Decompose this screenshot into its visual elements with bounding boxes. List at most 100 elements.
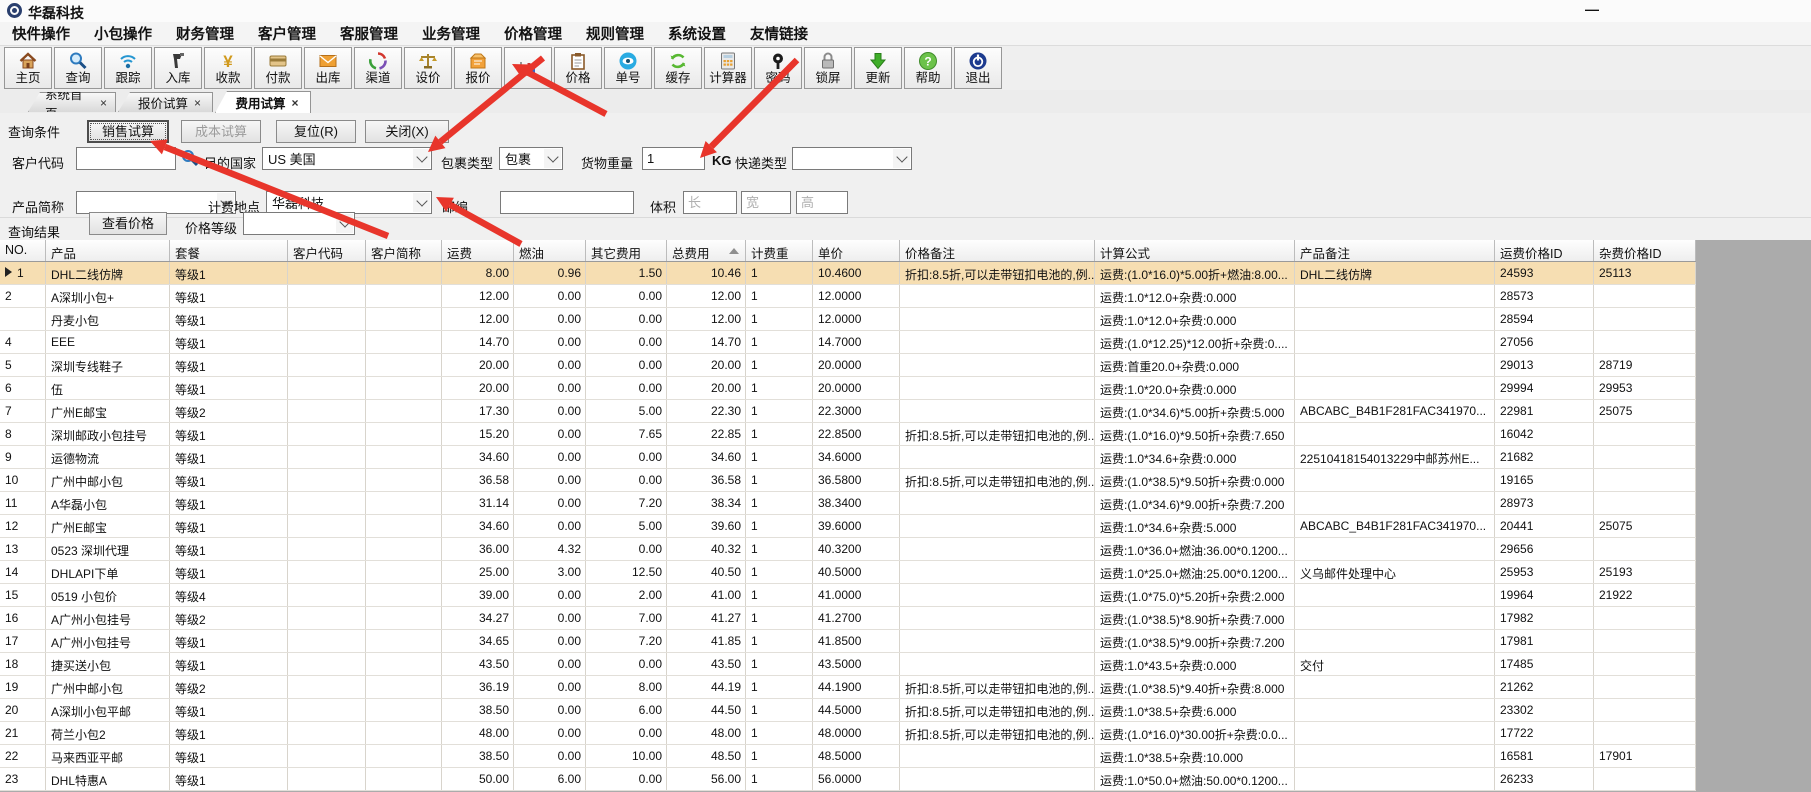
menu-item-10[interactable]: 友情链接 [738,23,820,44]
column-header-客户简称[interactable]: 客户简称 [366,240,442,261]
table-row-13[interactable]: 130523 深圳代理等级136.004.320.0040.32140.3200… [0,538,1696,561]
table-row-2[interactable]: 2A深圳小包+等级112.000.000.0012.00112.0000运费:1… [0,285,1696,308]
toolbar-button-入库[interactable]: 入库 [154,47,202,89]
toolbar-button-跟踪[interactable]: 跟踪 [104,47,152,89]
column-header-计算公式[interactable]: 计算公式 [1095,240,1295,261]
price-level-combo[interactable] [243,212,355,235]
tab-费用试算[interactable]: 费用试算× [215,91,311,113]
table-row-9[interactable]: 9运德物流等级134.600.000.0034.60134.6000运费:1.0… [0,446,1696,469]
column-header-燃油[interactable]: 燃油 [514,240,586,261]
menu-item-1[interactable]: 快件操作 [0,23,82,44]
chevron-down-icon[interactable] [336,214,353,233]
column-header-价格备注[interactable]: 价格备注 [900,240,1095,261]
column-header-总费用[interactable]: 总费用 [667,240,746,261]
volume-width-input[interactable] [741,191,791,214]
column-header-客户代码[interactable]: 客户代码 [288,240,366,261]
chevron-down-icon[interactable] [413,193,430,212]
menu-item-7[interactable]: 价格管理 [492,23,574,44]
volume-length-input[interactable] [683,191,737,214]
cell: 28719 [1594,354,1696,376]
toolbar-button-价格[interactable]: 价格 [554,47,602,89]
query-button-关闭(X)[interactable]: 关闭(X) [365,120,449,143]
chevron-down-icon[interactable] [893,149,910,168]
table-row-8[interactable]: 8深圳邮政小包挂号等级115.200.007.6522.85122.8500折扣… [0,423,1696,446]
toolbar-button-covered[interactable] [504,47,552,89]
toolbar-button-计算器[interactable]: 计算器 [704,47,752,89]
minimize-button[interactable]: — [1580,2,1604,18]
column-header-计费重[interactable]: 计费重 [746,240,813,261]
toolbar-button-渠道[interactable]: 渠道 [354,47,402,89]
toolbar-button-主页[interactable]: 主页 [4,47,52,89]
table-row-23[interactable]: 23DHL特惠A等级150.006.000.0056.00156.0000运费:… [0,768,1696,791]
menu-item-3[interactable]: 财务管理 [164,23,246,44]
toolbar-button-缓存[interactable]: 缓存 [654,47,702,89]
table-row-7[interactable]: 7广州E邮宝等级217.300.005.0022.30122.3000运费:(1… [0,400,1696,423]
table-row-21[interactable]: 21荷兰小包2等级148.000.000.0048.00148.0000折扣:8… [0,722,1696,745]
tab-系统首页[interactable]: 系统首页× [28,92,116,112]
table-row-5[interactable]: 5深圳专线鞋子等级120.000.000.0020.00120.0000运费:首… [0,354,1696,377]
menu-item-8[interactable]: 规则管理 [574,23,656,44]
postcode-input[interactable] [500,191,634,214]
toolbar-button-密码[interactable]: 密码 [754,47,802,89]
query-button-复位(R)[interactable]: 复位(R) [276,120,356,143]
parcel-type-combo[interactable]: 包裹 [499,147,563,170]
table-row-3[interactable]: 丹麦小包等级112.000.000.0012.00112.0000运费:1.0*… [0,308,1696,331]
tab-close-icon[interactable]: × [100,96,107,110]
column-header-套餐[interactable]: 套餐 [170,240,288,261]
table-row-6[interactable]: 6伍等级120.000.000.0020.00120.0000运费:1.0*20… [0,377,1696,400]
chevron-down-icon[interactable] [413,149,430,168]
menu-item-9[interactable]: 系统设置 [656,23,738,44]
column-header-NO.[interactable]: NO. [0,240,46,261]
table-row-19[interactable]: 19广州中邮小包等级236.190.008.0044.19144.1900折扣:… [0,676,1696,699]
table-row-4[interactable]: 4EEE等级114.700.000.0014.70114.7000运费:(1.0… [0,331,1696,354]
column-header-杂费价格ID[interactable]: 杂费价格ID [1594,240,1696,261]
column-header-产品[interactable]: 产品 [46,240,170,261]
column-header-单价[interactable]: 单价 [813,240,900,261]
column-header-其它费用[interactable]: 其它费用 [586,240,667,261]
toolbar-button-帮助[interactable]: ?帮助 [904,47,952,89]
column-header-运费价格ID[interactable]: 运费价格ID [1495,240,1594,261]
query-button-成本试算[interactable]: 成本试算 [181,120,261,143]
cell: 折扣:8.5折,可以走带钮扣电池的,例... [900,722,1095,744]
table-row-18[interactable]: 18捷买送小包等级143.500.000.0043.50143.5000运费:1… [0,653,1696,676]
chevron-down-icon[interactable] [544,149,561,168]
table-row-15[interactable]: 150519 小包价等级439.000.002.0041.00141.0000运… [0,584,1696,607]
toolbar-button-退出[interactable]: 退出 [954,47,1002,89]
customer-code-input[interactable] [76,147,176,170]
table-row-10[interactable]: 10广州中邮小包等级136.580.000.0036.58136.5800折扣:… [0,469,1696,492]
table-row-11[interactable]: 11A华磊小包等级131.140.007.2038.34138.3400运费:(… [0,492,1696,515]
menu-item-2[interactable]: 小包操作 [82,23,164,44]
toolbar-button-报价[interactable]: 报价 [454,47,502,89]
volume-height-input[interactable] [796,191,848,214]
toolbar-button-收款[interactable]: ¥收款 [204,47,252,89]
toolbar-button-设价[interactable]: 设价 [404,47,452,89]
dest-country-combo[interactable]: US 美国 [262,147,432,170]
column-header-运费[interactable]: 运费 [442,240,514,261]
toolbar-button-更新[interactable]: 更新 [854,47,902,89]
toolbar-button-单号[interactable]: 单号 [604,47,652,89]
menu-item-4[interactable]: 客户管理 [246,23,328,44]
tab-报价试算[interactable]: 报价试算× [118,92,213,112]
billing-place-combo[interactable]: 华磊科技 [266,191,432,214]
weight-input[interactable] [642,147,705,170]
query-button-销售试算[interactable]: 销售试算 [87,120,169,143]
table-row-16[interactable]: 16A广州小包挂号等级234.270.007.0041.27141.2700运费… [0,607,1696,630]
table-row-14[interactable]: 14DHLAPI下单等级125.003.0012.5040.50140.5000… [0,561,1696,584]
tab-close-icon[interactable]: × [194,96,201,110]
table-row-17[interactable]: 17A广州小包挂号等级134.650.007.2041.85141.8500运费… [0,630,1696,653]
table-row-20[interactable]: 20A深圳小包平邮等级138.500.006.0044.50144.5000折扣… [0,699,1696,722]
toolbar-button-出库[interactable]: 出库 [304,47,352,89]
toolbar-button-查询[interactable]: 查询 [54,47,102,89]
menu-item-6[interactable]: 业务管理 [410,23,492,44]
express-type-combo[interactable] [792,147,912,170]
table-row-1[interactable]: 1DHL二线仿牌等级18.000.961.5010.46110.4600折扣:8… [0,262,1696,285]
column-header-产品备注[interactable]: 产品备注 [1295,240,1495,261]
view-price-button[interactable]: 查看价格 [89,212,167,235]
table-row-22[interactable]: 22马来西亚平邮等级138.500.0010.0048.50148.5000运费… [0,745,1696,768]
customer-lookup-icon[interactable] [180,148,200,168]
toolbar-button-锁屏[interactable]: 锁屏 [804,47,852,89]
toolbar-button-付款[interactable]: 付款 [254,47,302,89]
menu-item-5[interactable]: 客服管理 [328,23,410,44]
tab-close-icon[interactable]: × [292,96,299,110]
table-row-12[interactable]: 12广州E邮宝等级134.600.005.0039.60139.6000运费:1… [0,515,1696,538]
